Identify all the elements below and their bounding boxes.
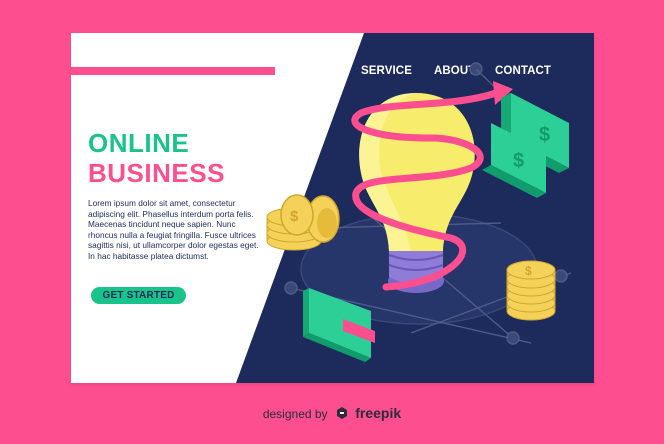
dollar-bill-icon: $ $: [482, 93, 569, 198]
coin-stack-icon: $: [506, 260, 556, 321]
svg-text:$: $: [513, 150, 524, 172]
landing-card: HOME SERVICE ABOUT CONTACT ONLINE BUSINE…: [71, 33, 594, 383]
footer-prefix: designed by: [262, 407, 328, 421]
footer-brand[interactable]: freepik: [355, 405, 401, 421]
isometric-illustration: $ $ $ $: [266, 62, 572, 362]
footer-credit: designed by freepik: [0, 405, 664, 423]
freepik-logo-icon: [335, 406, 349, 423]
svg-text:$: $: [539, 124, 550, 146]
svg-text:$: $: [290, 208, 299, 225]
svg-text:$: $: [525, 264, 532, 278]
